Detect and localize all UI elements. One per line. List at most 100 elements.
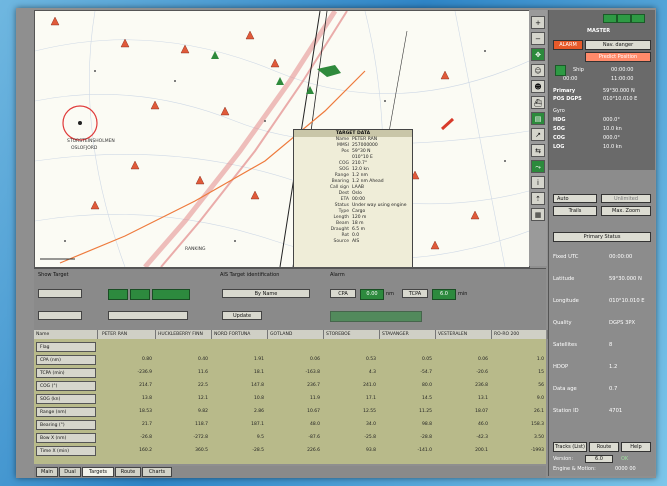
popup-rows: Name PETER RAN MMSI 257000000 Pos 59°30 N 010°… [294,137,412,245]
alarm-tcpa-value[interactable]: 6.0 [432,289,456,300]
chart-icon[interactable]: ▦ [531,208,545,221]
bottom-tabs: Main Dual Targets Route Charts [34,466,546,478]
predict-button[interactable]: Predict Position [585,52,651,62]
alarm-cpa-value[interactable]: 0.00 [360,289,384,300]
table-cell: -42.3 [476,435,488,440]
zoom-out-icon[interactable]: − [531,32,545,45]
pan-icon[interactable]: ✥ [531,48,545,61]
show-target-field-2[interactable] [38,311,82,320]
targets-table: Name PETER RAN HUCKLEBERRY FINN NORD FORTU… [34,330,548,464]
table-cell: 14.5 [421,396,432,401]
table-header-cell[interactable]: GOTLAND [268,330,324,339]
max-zoom-button[interactable]: Max. Zoom [601,206,651,216]
primary-value: 59°30.000 N [603,88,635,94]
status-key: Latitude [553,276,575,282]
table-header-cell[interactable]: RO-RO 200 [492,330,548,339]
tab-main[interactable]: Main [36,467,58,477]
zoom-in-icon[interactable]: + [531,16,545,29]
chart-label: STORSTEINSHOLMEN [67,139,115,144]
table-cell: 11.25 [419,409,432,414]
popup-value: AIS [352,239,360,244]
target-info-popup[interactable]: TARGET DATA Name PETER RAN MMSI 257000000 Po… [293,129,413,267]
status-key: Satellites [553,342,577,348]
tab-targets[interactable]: Targets [82,467,114,477]
measure-icon[interactable]: ⇆ [531,144,545,157]
right-panel: MASTER ALARM Nav. danger Predict Positio… [548,10,655,476]
by-name-button[interactable]: By Name [222,289,310,298]
chart-label: RANKING [185,247,206,252]
table-cell: 9.5 [256,435,264,440]
status-key: HDOP [553,364,569,370]
status-value: 010°10.010 E [609,298,645,304]
show-target-toggle[interactable] [130,289,150,300]
master-label: MASTER [587,28,611,34]
table-cell: -20.6 [476,370,488,375]
table-header-cell[interactable]: PETER RAN [100,330,156,339]
table-row-label[interactable]: CPA (nm) [36,355,96,365]
table-cell: 21.7 [141,422,152,427]
info-icon[interactable]: i [531,176,545,189]
chart-toolbar: + − ✥ ☺ ☻ ⛴ ▤ ↗ ⇆ ⤳ i ⇡ ▦ [529,10,547,266]
table-row-label[interactable]: Bow X (nm) [36,433,96,443]
tab-dual[interactable]: Dual [59,467,81,477]
alarm-tcpa[interactable]: TCPA [402,289,428,298]
tab-route[interactable]: Route [115,467,141,477]
table-header-cell[interactable]: STOREBOE [324,330,380,339]
show-target-toggle[interactable] [108,289,128,300]
sog-label: SOG [553,126,565,132]
trails-button[interactable]: Trails [553,206,597,216]
table-row-label[interactable]: Bearing (°) [36,420,96,430]
table-cell: 226.6 [307,448,320,453]
route-icon[interactable]: ⤳ [531,160,545,173]
table-cell: -272.8 [193,435,208,440]
pos-value: 010°10.010 E [603,96,638,102]
table-row-label[interactable]: COG (°) [36,381,96,391]
route-button[interactable]: Route [589,442,619,452]
person-icon[interactable]: ☺ [531,64,545,77]
table-cell: -87.6 [308,435,320,440]
status-key: Quality [553,320,572,326]
table-header-cell[interactable]: VESTERALEN [436,330,492,339]
tracks-button[interactable]: Tracks (List) [553,442,587,452]
help-button[interactable]: Help [621,442,651,452]
mode-select[interactable]: Auto [553,194,597,203]
layer-icon[interactable]: ▤ [531,112,545,125]
nautical-chart[interactable]: STORSTEINSHOLMEN OSLOFJORD RANKING TARGE… [34,10,530,268]
alarm-button[interactable]: ALARM [553,40,583,50]
status-value: 8 [609,342,613,348]
table-cell: 17.1 [365,396,376,401]
vector-icon[interactable]: ↗ [531,128,545,141]
right-panel-top: MASTER ALARM Nav. danger Predict Positio… [549,10,655,170]
status-value: 4701 [609,408,623,414]
show-target-toggle[interactable] [152,289,190,300]
table-row-label[interactable]: Range (nm) [36,407,96,417]
table-cell: 11.6 [197,370,208,375]
table-row-label[interactable]: Time X (min) [36,446,96,456]
table-header-cell[interactable]: STAVANGER [380,330,436,339]
ship-label: Ship [573,67,584,73]
north-icon[interactable]: ⇡ [531,192,545,205]
table-cell: 2.86 [253,409,264,414]
table-header-cell[interactable]: NORD FORTUNA [212,330,268,339]
primary-status-button[interactable]: Primary Status [553,232,651,242]
update-button[interactable]: Update [222,311,262,320]
show-target-field[interactable] [38,289,82,298]
nav-danger-button[interactable]: Nav. danger [585,40,651,50]
table-cell: -28.8 [420,435,432,440]
version-select[interactable]: 6.0 [585,455,613,463]
person-icon-2[interactable]: ☻ [531,80,545,93]
show-target-field-3[interactable] [108,311,188,320]
table-cell [492,342,544,352]
ship-icon[interactable]: ⛴ [531,96,545,109]
table-row-label[interactable]: TCPA (min) [36,368,96,378]
table-row-label[interactable]: SOG (kn) [36,394,96,404]
table-header-name[interactable]: Name [34,330,98,339]
range-select[interactable]: Unlimited [601,194,651,203]
alarm-cpa[interactable]: CPA [330,289,356,298]
table-cell: 3.50 [533,435,544,440]
tab-charts[interactable]: Charts [142,467,172,477]
table-header-cell[interactable]: HUCKLEBERRY FINN [156,330,212,339]
table-cell: 9.82 [197,409,208,414]
table-row-label[interactable]: Flag [36,342,96,352]
alarm-unit-2: min [458,291,468,297]
